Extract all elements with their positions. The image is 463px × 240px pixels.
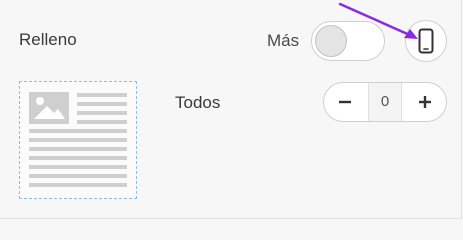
minus-icon (339, 100, 351, 104)
toggle-knob (315, 25, 347, 57)
all-sides-label: Todos (175, 93, 221, 112)
padding-stepper: 0 (323, 82, 447, 122)
more-toggle[interactable] (311, 21, 385, 61)
padding-preview (19, 81, 137, 199)
padding-panel: Relleno Más Todos 0 (0, 0, 462, 219)
more-label: Más (267, 31, 300, 50)
image-text-preview-icon (29, 92, 127, 187)
padding-value[interactable]: 0 (368, 83, 402, 121)
decrement-button[interactable] (324, 83, 366, 121)
mobile-phone-icon (418, 28, 434, 54)
plus-icon (419, 96, 431, 108)
increment-button[interactable] (404, 83, 446, 121)
mobile-device-button[interactable] (405, 20, 447, 62)
padding-title: Relleno (19, 30, 77, 49)
